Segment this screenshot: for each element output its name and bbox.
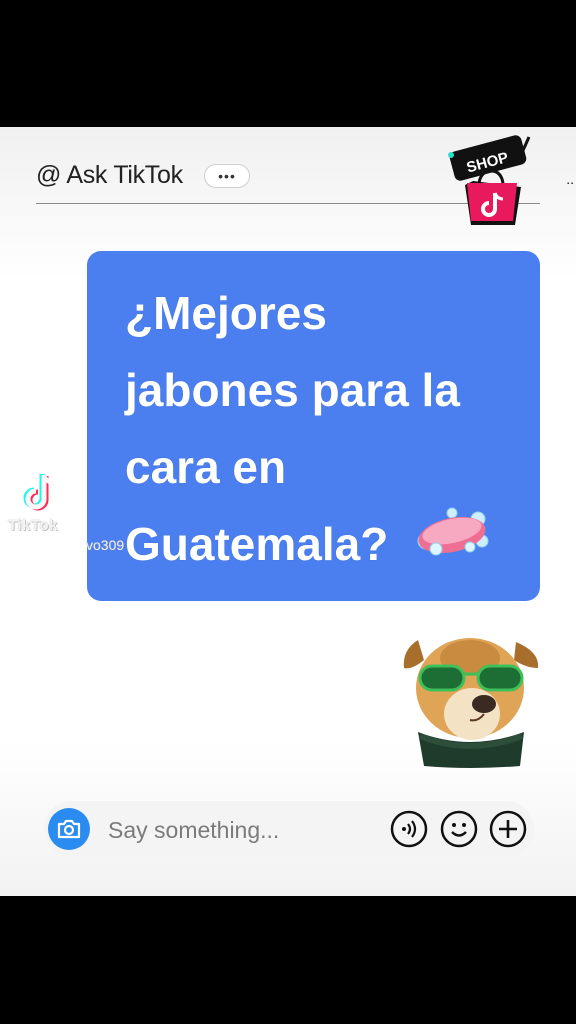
tiktok-watermark: TikTok [8, 517, 58, 534]
header-title: @ Ask TikTok [36, 161, 183, 189]
voice-icon[interactable] [390, 810, 428, 848]
composer-bar [44, 801, 534, 857]
typing-bubble-icon: ••• [204, 164, 250, 188]
plus-icon[interactable] [489, 810, 527, 848]
watermark-username: vo309 [86, 537, 125, 553]
camera-button[interactable] [48, 808, 90, 850]
emoji-icon[interactable] [440, 810, 478, 848]
question-bubble: ¿Mejores jabones para la cara en Guatema… [87, 251, 540, 601]
soap-icon [417, 507, 489, 556]
tiktok-logo-icon [23, 474, 56, 511]
question-line: cara en [125, 441, 287, 493]
message-input[interactable] [106, 815, 330, 845]
more-options-icon[interactable]: .. [566, 171, 574, 187]
camera-icon [57, 819, 81, 839]
chat-screen: @ Ask TikTok ••• SHOP .. ¿Mejores jabone… [0, 127, 576, 896]
question-line: ¿Mejores [125, 287, 327, 339]
tiktok-shop-icon[interactable]: SHOP [443, 133, 537, 225]
dog-sticker [403, 638, 539, 768]
question-line: jabones para la [125, 364, 460, 416]
